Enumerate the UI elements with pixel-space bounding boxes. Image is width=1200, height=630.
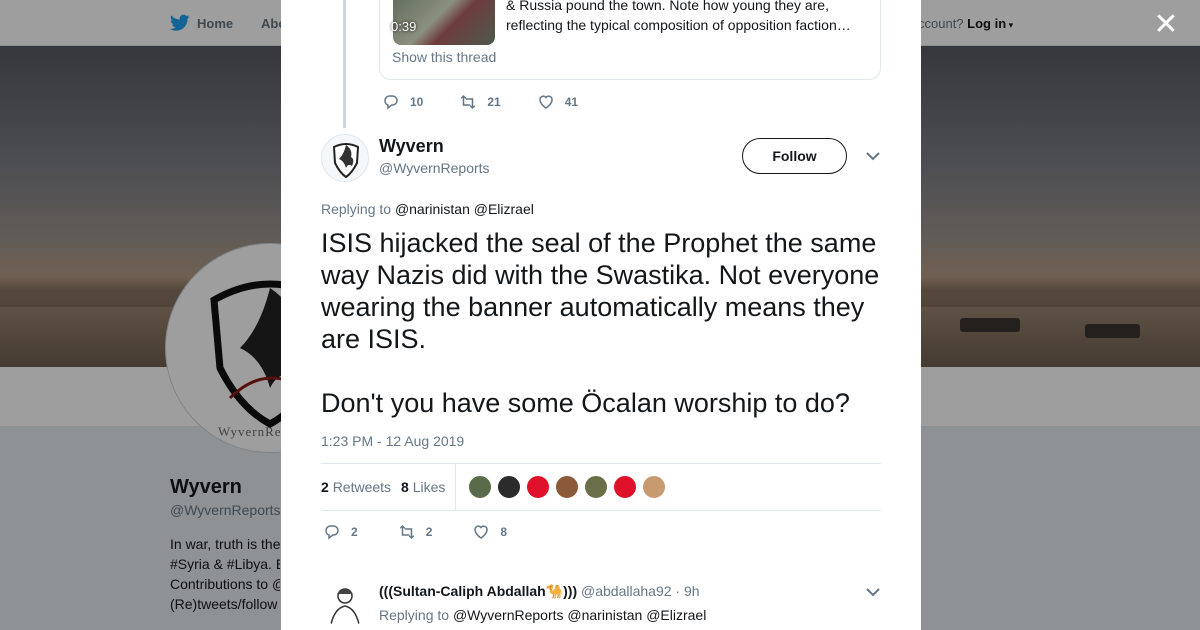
- retweet-label: Retweets: [332, 479, 392, 495]
- like-button[interactable]: 41: [537, 93, 578, 111]
- author-handle[interactable]: @WyvernReports: [379, 160, 490, 176]
- show-thread-link[interactable]: Show this thread: [392, 49, 496, 65]
- reply-author-avatar[interactable]: [321, 580, 369, 628]
- retweet-total: 2: [321, 479, 329, 495]
- retweets-stat[interactable]: 2 Retweets: [321, 479, 391, 495]
- liker-avatars: [468, 475, 671, 499]
- replying-to: Replying to @narinistan @Elizrael: [321, 201, 534, 217]
- reply-author-name[interactable]: (((Sultan-Caliph Abdallah🐪))): [379, 583, 577, 599]
- retweet-icon: [461, 94, 476, 110]
- liker-avatar[interactable]: [584, 475, 608, 499]
- liker-avatar[interactable]: [526, 475, 550, 499]
- replying-to-label: Replying to: [321, 201, 392, 217]
- reply-icon: [325, 525, 339, 540]
- previous-tweet-text: & Russia pound the town. Note how young …: [506, 0, 851, 33]
- previous-tweet-card[interactable]: 0:39 & Russia pound the town. Note how y…: [379, 0, 881, 80]
- replying-to-mentions[interactable]: @WyvernReports @narinistan @Elizrael: [453, 607, 706, 623]
- sketch-portrait-icon: [330, 588, 360, 625]
- reply-replying-to: Replying to @WyvernReports @narinistan @…: [379, 607, 706, 623]
- follow-button[interactable]: Follow: [742, 138, 847, 174]
- stats-divider: [455, 464, 456, 510]
- like-total: 8: [401, 479, 409, 495]
- tweet-paragraph: ISIS hijacked the seal of the Prophet th…: [321, 228, 880, 354]
- reply-header: (((Sultan-Caliph Abdallah🐪))) @abdallaha…: [379, 583, 700, 600]
- replying-to-mentions[interactable]: @narinistan @Elizrael: [395, 201, 534, 217]
- reply-icon: [384, 95, 398, 110]
- like-button[interactable]: 8: [472, 523, 507, 541]
- like-count: 8: [500, 525, 508, 539]
- heart-icon: [538, 95, 553, 109]
- liker-avatar[interactable]: [468, 475, 492, 499]
- reply-author-handle[interactable]: @abdallaha92: [581, 583, 672, 599]
- tweet-modal: 0:39 & Russia pound the town. Note how y…: [281, 0, 921, 630]
- liker-avatar[interactable]: [642, 475, 666, 499]
- liker-avatar[interactable]: [555, 475, 579, 499]
- like-count: 41: [564, 95, 579, 109]
- video-duration: 0:39: [391, 19, 417, 34]
- thread-connector-line: [343, 0, 346, 128]
- retweet-button[interactable]: 2: [398, 523, 433, 541]
- retweet-button[interactable]: 21: [459, 93, 501, 111]
- tweet-timestamp[interactable]: 1:23 PM - 12 Aug 2019: [321, 433, 464, 449]
- reply-time[interactable]: · 9h: [675, 583, 699, 599]
- author-name[interactable]: Wyvern: [379, 136, 444, 157]
- retweet-count: 21: [487, 95, 501, 109]
- close-icon[interactable]: ✕: [1153, 10, 1179, 40]
- reply-button[interactable]: 10: [382, 93, 423, 111]
- wyvern-logo-icon: [332, 143, 360, 179]
- tweet-paragraph: Don't you have some Öcalan worship to do…: [321, 388, 850, 418]
- liker-avatar[interactable]: [497, 475, 521, 499]
- tweet-stats: 2 Retweets 8 Likes: [321, 463, 881, 511]
- likes-stat[interactable]: 8 Likes: [401, 479, 445, 495]
- author-avatar[interactable]: [321, 134, 369, 182]
- like-label: Likes: [412, 479, 446, 495]
- chevron-down-icon[interactable]: [865, 586, 881, 598]
- reply-button[interactable]: 2: [323, 523, 358, 541]
- chevron-down-icon[interactable]: [865, 150, 881, 162]
- reply-count: 10: [410, 95, 424, 109]
- liker-avatar[interactable]: [613, 475, 637, 499]
- replying-to-label: Replying to: [379, 607, 450, 623]
- previous-tweet-actions: 10 21 41: [382, 93, 614, 111]
- retweet-icon: [399, 524, 414, 540]
- retweet-count: 2: [425, 525, 433, 539]
- reply-count: 2: [351, 525, 358, 539]
- tweet-actions: 2 2 8: [323, 523, 547, 541]
- tweet-text: ISIS hijacked the seal of the Prophet th…: [321, 227, 881, 451]
- heart-icon: [474, 525, 489, 539]
